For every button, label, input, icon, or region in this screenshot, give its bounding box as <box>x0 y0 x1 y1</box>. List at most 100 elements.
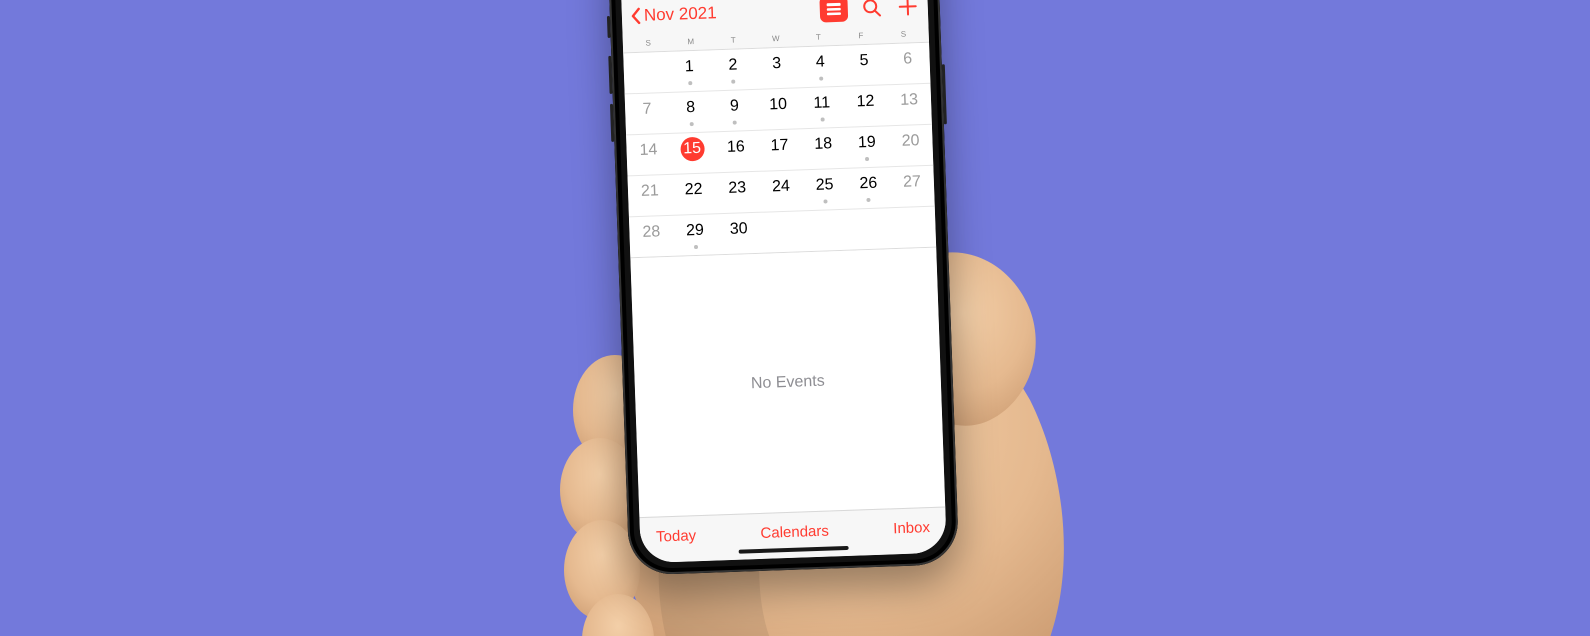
event-dot-icon <box>689 122 693 126</box>
weekday-label: T <box>712 35 755 45</box>
day-cell[interactable]: 11 <box>799 87 844 129</box>
weekday-label: S <box>882 29 925 39</box>
event-dot-icon <box>867 198 871 202</box>
day-cell[interactable]: 3 <box>754 47 799 89</box>
search-button[interactable] <box>859 0 884 20</box>
day-number: 4 <box>808 50 833 75</box>
day-number: 7 <box>635 97 660 122</box>
back-label: Nov 2021 <box>644 3 717 26</box>
inbox-button[interactable]: Inbox <box>893 519 930 537</box>
day-number: 28 <box>639 220 664 245</box>
day-number: 16 <box>723 135 748 160</box>
day-cell[interactable]: 24 <box>759 170 804 212</box>
day-cell[interactable]: 18 <box>801 128 846 170</box>
day-cell[interactable]: 28 <box>629 216 674 258</box>
nav-actions <box>819 0 920 23</box>
day-cell[interactable]: 2 <box>711 49 756 91</box>
weekday-label: M <box>669 36 712 46</box>
plus-icon <box>897 0 918 17</box>
day-number: 22 <box>681 178 706 203</box>
day-cell[interactable]: 9 <box>712 90 757 132</box>
day-number: 26 <box>856 172 881 197</box>
day-number: 9 <box>722 94 747 119</box>
search-icon <box>861 0 882 18</box>
day-cell[interactable]: 5 <box>842 44 887 86</box>
day-cell[interactable]: 14 <box>626 134 671 176</box>
day-number: 11 <box>809 91 834 116</box>
day-cell[interactable]: 16 <box>713 131 758 173</box>
day-cell[interactable]: 12 <box>843 85 888 127</box>
day-cell-empty <box>623 52 668 94</box>
day-cell[interactable]: 13 <box>887 84 932 126</box>
day-cell[interactable]: 17 <box>757 129 802 171</box>
view-mode-button[interactable] <box>819 0 848 23</box>
day-number: 3 <box>764 52 789 77</box>
day-number: 20 <box>898 129 923 154</box>
volume-up-button <box>608 56 612 94</box>
events-area: No Events <box>630 248 945 518</box>
event-dot-icon <box>694 245 698 249</box>
weekday-label: W <box>754 33 797 43</box>
day-cell[interactable]: 25 <box>802 169 847 211</box>
day-cell[interactable]: 29 <box>673 214 718 256</box>
day-number: 21 <box>637 179 662 204</box>
day-cell-empty <box>760 211 805 253</box>
day-cell[interactable]: 6 <box>885 43 930 85</box>
day-cell[interactable]: 30 <box>716 213 761 255</box>
chevron-left-icon <box>630 7 643 25</box>
event-dot-icon <box>823 199 827 203</box>
day-number: 17 <box>767 134 792 159</box>
day-cell[interactable]: 19 <box>845 126 890 168</box>
day-number: 12 <box>853 90 878 115</box>
day-number: 23 <box>725 176 750 201</box>
day-cell-empty <box>891 207 936 249</box>
day-number: 18 <box>811 132 836 157</box>
day-cell[interactable]: 4 <box>798 46 843 88</box>
day-cell[interactable]: 26 <box>846 167 891 209</box>
day-number: 27 <box>900 170 925 195</box>
day-number: 10 <box>766 93 791 118</box>
day-cell[interactable]: 21 <box>628 175 673 217</box>
day-cell[interactable]: 10 <box>756 88 801 130</box>
day-cell[interactable]: 7 <box>625 93 670 135</box>
day-number: 25 <box>812 173 837 198</box>
event-dot-icon <box>865 157 869 161</box>
day-cell[interactable]: 23 <box>715 172 760 214</box>
day-number: 29 <box>683 219 708 244</box>
day-cell[interactable]: 27 <box>890 166 935 208</box>
bottom-toolbar: Today Calendars Inbox <box>639 506 946 563</box>
month-grid: 1234567891011121314151617181920212223242… <box>623 43 936 259</box>
back-button[interactable]: Nov 2021 <box>630 0 821 26</box>
day-number: 8 <box>678 96 703 121</box>
day-number: 5 <box>852 49 877 74</box>
today-button[interactable]: Today <box>656 527 697 545</box>
day-cell-empty <box>847 208 892 250</box>
day-number: 1 <box>677 55 702 80</box>
power-button <box>942 64 947 124</box>
day-cell[interactable]: 20 <box>888 125 933 167</box>
phone-screen: Nov 2021 <box>619 0 947 563</box>
day-number: 19 <box>855 131 880 156</box>
day-number: 6 <box>895 47 920 72</box>
day-number: 15 <box>680 137 705 162</box>
day-number: 13 <box>897 88 922 113</box>
weekday-label: S <box>627 38 670 48</box>
no-events-label: No Events <box>751 372 825 393</box>
weekday-label: T <box>797 32 840 42</box>
day-cell[interactable]: 1 <box>667 50 712 92</box>
mute-switch <box>607 16 611 38</box>
phone-frame: Nov 2021 <box>607 0 959 576</box>
event-dot-icon <box>731 80 735 84</box>
day-cell[interactable]: 22 <box>671 173 716 215</box>
calendars-button[interactable]: Calendars <box>760 523 829 542</box>
list-view-icon <box>826 2 842 17</box>
day-cell-empty <box>804 210 849 252</box>
event-dot-icon <box>733 121 737 125</box>
weekday-label: F <box>839 30 882 40</box>
day-cell[interactable]: 15 <box>670 132 715 174</box>
add-event-button[interactable] <box>895 0 920 19</box>
day-number: 30 <box>726 217 751 242</box>
day-cell[interactable]: 8 <box>668 91 713 133</box>
event-dot-icon <box>820 117 824 121</box>
day-number: 2 <box>721 53 746 78</box>
